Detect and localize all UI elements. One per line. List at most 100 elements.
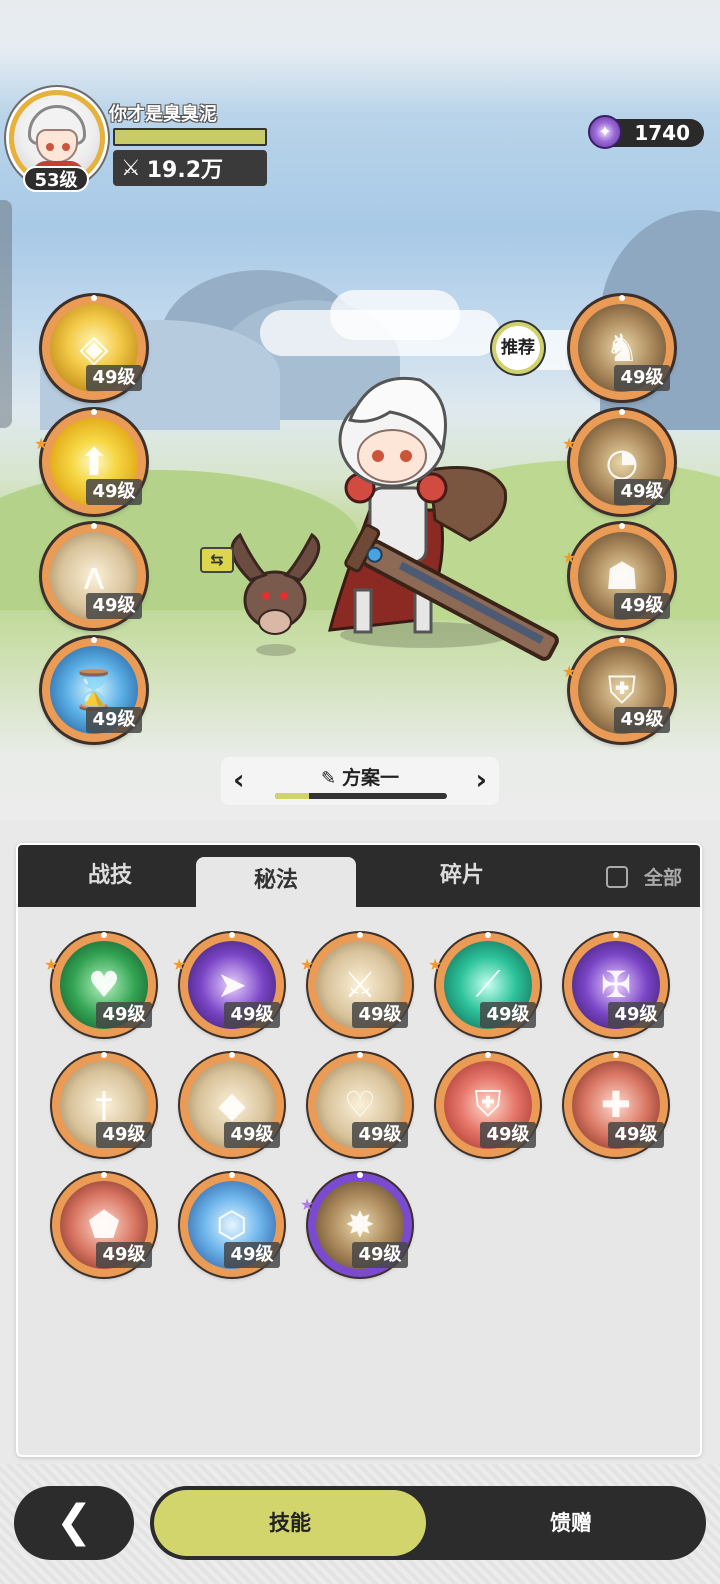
equipped-skill-left-1[interactable]: ◈ 49级 [42,295,146,400]
avatar-eye [46,143,54,151]
player-exp-fill [115,130,265,144]
skill-level: 49级 [224,1122,280,1148]
skill-slot-pip [619,409,625,415]
star-icon: ★ [428,955,443,974]
skill-level: 49级 [224,1002,280,1028]
skill-level: 49级 [352,1002,408,1028]
chevron-right-icon[interactable]: › [475,765,487,795]
skill-level: 49级 [352,1242,408,1268]
star-icon: ★ [562,434,577,453]
star-icon: ★ [34,434,49,453]
purple-gem-icon: ✦ [588,115,622,149]
skill-level: 49级 [96,1122,152,1148]
skill-slot-pip [101,1172,107,1178]
checkbox-icon[interactable] [606,865,628,888]
pencil-icon: ✎ [320,768,337,789]
equipped-skill-right-1[interactable]: ♞ 49级 [570,295,674,400]
plan-selector: ‹ ✎ 方案一 › [221,757,499,805]
skill-card[interactable]: ★ ♥ 49级 [44,932,156,1037]
skill-card[interactable]: ✚ 49级 [564,1052,668,1157]
skill-slot-pip [619,295,625,301]
skill-slot-pip [91,295,97,301]
tab-secret-arts[interactable]: 秘法 [196,857,356,907]
star-icon: ★ [172,955,187,974]
show-all-label: 全部 [644,867,683,889]
switch-pet-button[interactable]: ⇆ [200,547,234,573]
skill-slot-pip [357,1172,363,1178]
skill-level: 49级 [96,1242,152,1268]
skill-level: 49级 [96,1002,152,1028]
skill-card[interactable]: † 49级 [52,1052,156,1157]
skill-card[interactable]: ✠ 49级 [564,932,668,1037]
combat-power: ⚔ 19.2万 [113,150,267,186]
skill-level: 49级 [86,365,142,391]
skill-slot-pip [357,1052,363,1058]
skill-slot-pip [619,523,625,529]
skill-slot-pip [613,932,619,938]
equipped-skill-left-4[interactable]: ⌛ 49级 [42,637,146,742]
skill-level: 49级 [608,1122,664,1148]
skill-slot-pip [357,932,363,938]
plan-title[interactable]: ✎ 方案一 [221,763,499,790]
skill-level: 49级 [480,1002,536,1028]
skill-card[interactable]: ★ ⟋ 49级 [428,932,540,1037]
hero-character[interactable] [220,370,560,670]
skill-level: 49级 [86,479,142,505]
skill-card[interactable]: ★ ✸ 49级 [300,1172,412,1277]
skill-card[interactable]: ♡ 49级 [308,1052,412,1157]
bottom-nav: ❮ 技能 馈赠 [0,1464,720,1584]
skill-level: 49级 [614,479,670,505]
skill-level: 49级 [86,707,142,733]
skill-level: 49级 [614,707,670,733]
skill-level: 49级 [608,1002,664,1028]
equipped-skill-left-3[interactable]: ʌ 49级 [42,523,146,628]
nav-skill-button[interactable]: 技能 [154,1490,426,1556]
nav-gift-button[interactable]: 馈赠 [440,1490,702,1556]
skill-level: 49级 [480,1122,536,1148]
combat-power-value: 19.2万 [146,158,224,183]
equipped-skill-left-2[interactable]: ★ ⬆ 49级 [34,409,146,514]
skill-card[interactable]: ⬡ 49级 [180,1172,284,1277]
crossed-swords-icon: ⚔ [121,155,141,181]
skill-card[interactable]: ★ ⚔ 49级 [300,932,412,1037]
skill-slot-pip [229,1172,235,1178]
plan-progress-fill [275,793,310,799]
recommend-button[interactable]: 推荐 [492,322,544,374]
avatar-face [36,129,78,163]
star-icon: ★ [562,548,577,567]
skill-card[interactable]: ⬟ 49级 [52,1172,156,1277]
skill-slot-pip [101,932,107,938]
player-name: 你才是臭臭泥 [109,104,217,125]
star-icon: ★ [300,1195,315,1214]
tab-fragments[interactable]: 碎片 [382,845,542,907]
nav-tabs: 技能 馈赠 [150,1486,706,1560]
back-arrow-icon: ❮ [55,1496,93,1547]
skill-slot-pip [229,932,235,938]
equipped-skill-right-3[interactable]: ★ ☗ 49级 [562,523,674,628]
show-all-toggle[interactable]: 全部 [606,863,682,890]
skill-slot-pip [91,637,97,643]
player-level-badge: 53级 [23,166,89,192]
equipped-skill-right-2[interactable]: ★ ◔ 49级 [562,409,674,514]
side-drawer-tab[interactable] [0,200,12,428]
skill-slot-pip [101,1052,107,1058]
back-button[interactable]: ❮ [14,1486,134,1560]
skill-slot-pip [485,1052,491,1058]
avatar-eye [62,143,70,151]
skill-slot-pip [91,523,97,529]
skill-card[interactable]: ◆ 49级 [180,1052,284,1157]
skill-slot-pip [229,1052,235,1058]
skill-slot-pip [485,932,491,938]
skill-level: 49级 [352,1122,408,1148]
skill-level: 49级 [614,365,670,391]
skill-level: 49级 [224,1242,280,1268]
skill-slot-pip [91,409,97,415]
equipped-skill-right-4[interactable]: ★ ⛨ 49级 [562,637,674,742]
skill-card[interactable]: ⛨ 49级 [436,1052,540,1157]
tab-combat-skills[interactable]: 战技 [30,845,190,907]
skill-level: 49级 [86,593,142,619]
skill-card[interactable]: ★ ➤ 49级 [172,932,284,1037]
tab-bar: 战技 秘法 碎片 全部 [18,845,700,907]
skill-slot-pip [613,1052,619,1058]
skill-level: 49级 [614,593,670,619]
